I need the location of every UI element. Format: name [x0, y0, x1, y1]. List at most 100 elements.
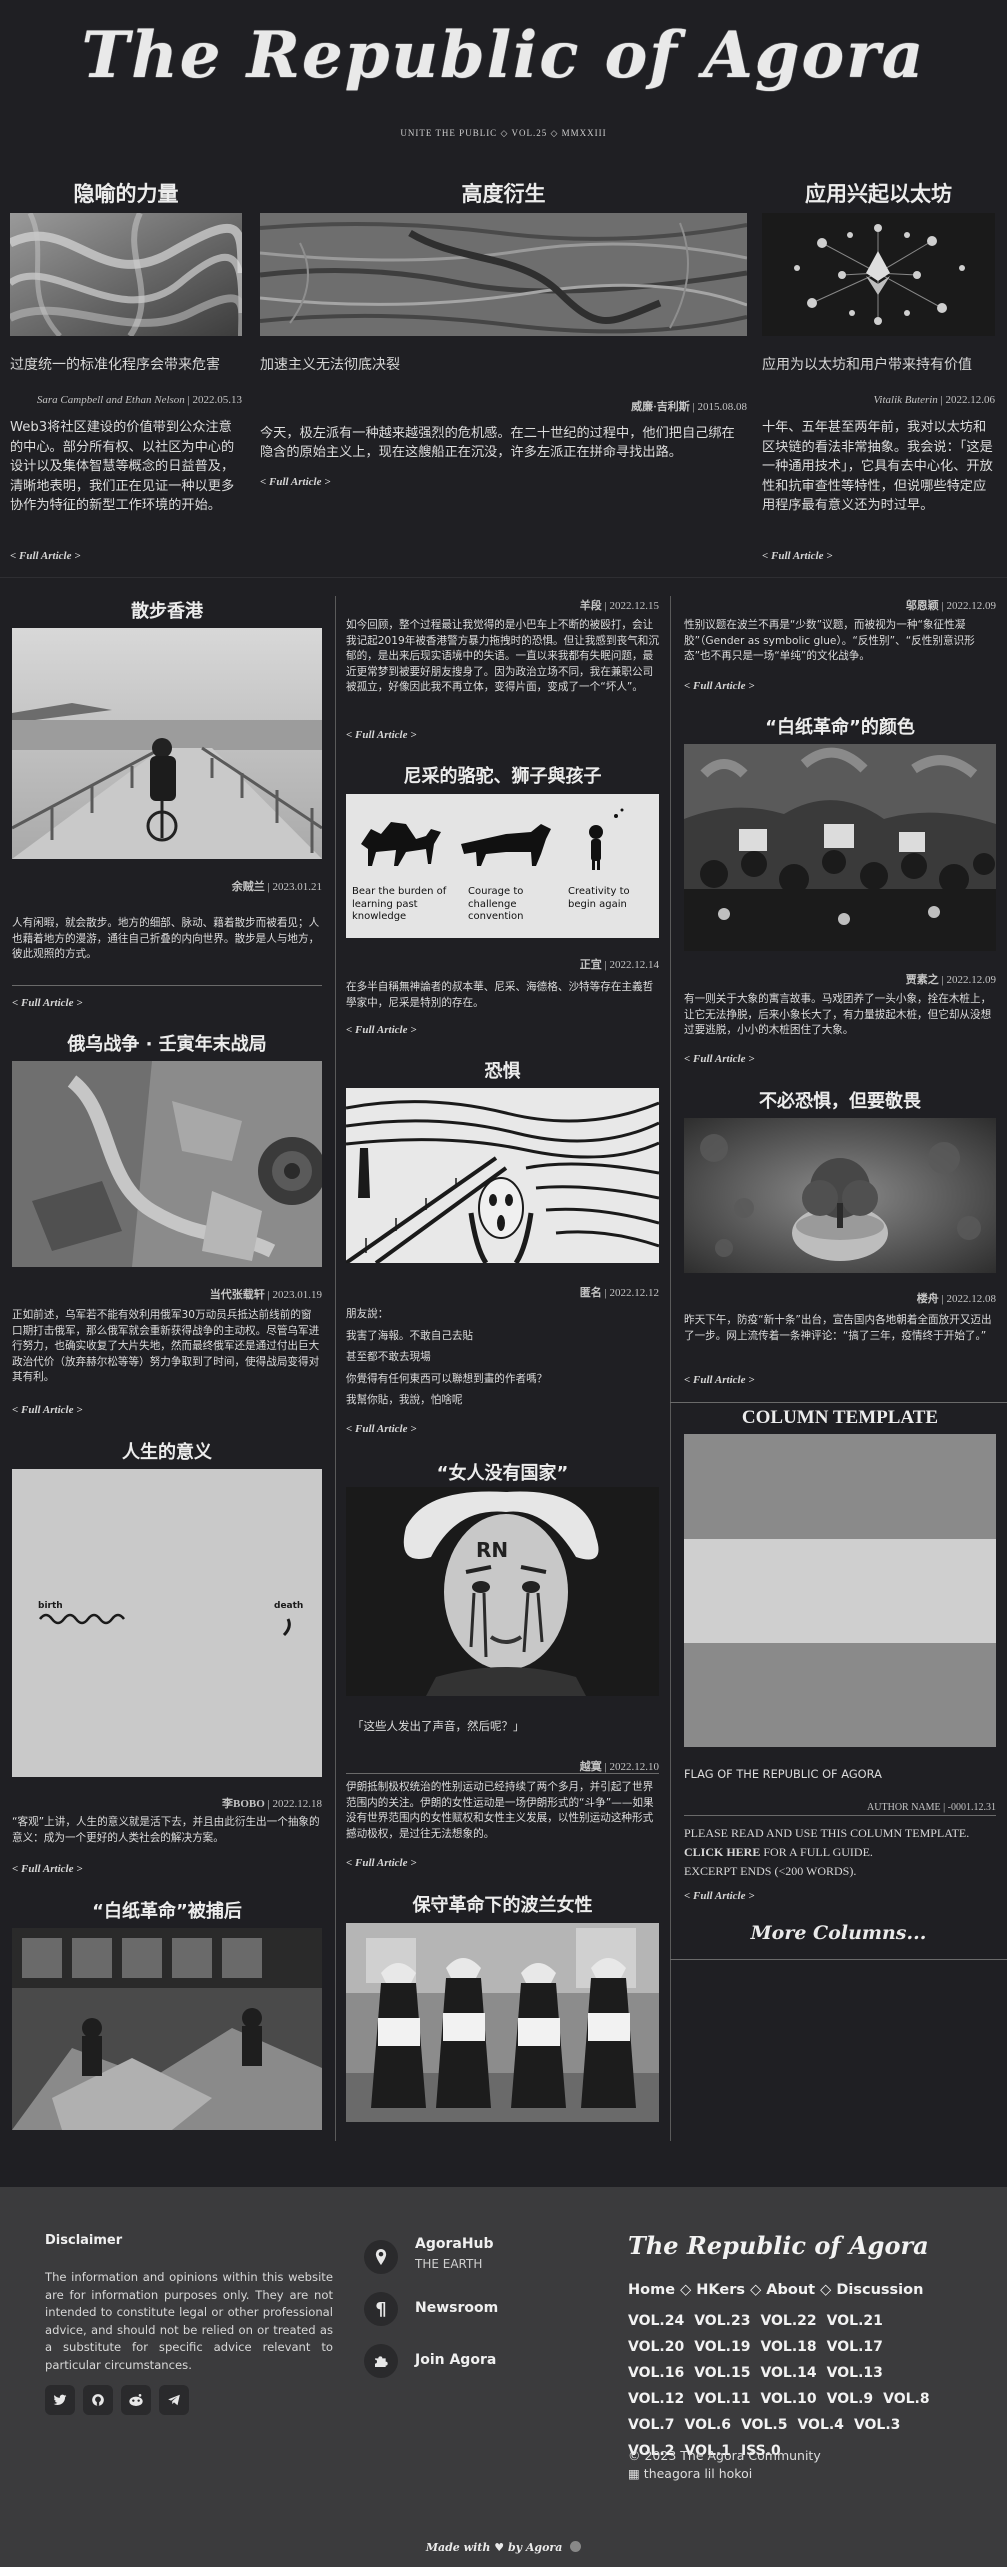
article-heading[interactable]: 尼采的骆驼、狮子與孩子 — [346, 762, 659, 788]
reddit-icon[interactable] — [121, 2385, 151, 2415]
volume-link[interactable]: VOL.19 — [694, 2334, 750, 2360]
volume-link[interactable]: VOL.13 — [827, 2360, 883, 2386]
nav-discussion[interactable]: Discussion — [836, 2282, 923, 2298]
article-heading[interactable]: 恐惧 — [346, 1057, 659, 1083]
full-article-link[interactable]: < Full Article > — [684, 1374, 755, 1386]
volume-link[interactable]: VOL.11 — [694, 2386, 750, 2412]
white-paper-crowd-image[interactable] — [684, 744, 996, 951]
agora-flag-image[interactable] — [684, 1434, 996, 1747]
flag-stripe — [684, 1538, 996, 1643]
join-agora-link[interactable]: Join Agora — [415, 2352, 496, 2368]
full-article-link[interactable]: < Full Article > — [346, 1024, 417, 1036]
volume-link[interactable]: VOL.6 — [684, 2412, 730, 2438]
full-article-link[interactable]: < Full Article > — [10, 550, 81, 562]
article-heading[interactable]: 散步香港 — [12, 597, 322, 623]
byline-author: 贾素之 — [905, 974, 939, 986]
volume-link[interactable]: VOL.16 — [628, 2360, 684, 2386]
arrest-scene-image[interactable] — [12, 1928, 322, 2130]
template-heading[interactable]: COLUMN TEMPLATE — [684, 1407, 996, 1429]
more-columns-link[interactable]: More Columns... — [670, 1922, 1007, 1944]
article-heading[interactable]: “白纸革命”的颜色 — [684, 713, 996, 739]
footer-author: ▦ theagora lil hokoi — [628, 2466, 752, 2481]
article-heading[interactable]: 不必恐惧，但要敬畏 — [684, 1087, 996, 1113]
full-article-link[interactable]: < Full Article > — [12, 1863, 83, 1875]
twitter-icon[interactable] — [45, 2385, 75, 2415]
nav-home[interactable]: Home — [628, 2282, 675, 2298]
war-soldier-image[interactable] — [12, 1061, 322, 1267]
polish-women-protest-image[interactable] — [346, 1923, 659, 2122]
nietzsche-diagram-image[interactable]: Bear the burden of learning past knowled… — [346, 794, 659, 938]
full-article-link[interactable]: < Full Article > — [12, 1404, 83, 1416]
volume-link[interactable]: VOL.21 — [827, 2308, 883, 2334]
article-excerpt: 昨天下午，防疫“新十条”出台，宣告国内各地朝着全面放开又迈出了一步。网上流传着一… — [684, 1314, 992, 1342]
volume-link[interactable]: VOL.9 — [827, 2386, 873, 2412]
article-heading[interactable]: 高度衍生 — [260, 178, 747, 208]
volume-link[interactable]: VOL.3 — [854, 2412, 900, 2438]
excerpt-line: 你覺得有任何東西可以聯想到畫的作者嗎？ — [346, 1372, 548, 1385]
volume-link[interactable]: VOL.5 — [741, 2412, 787, 2438]
full-article-link[interactable]: < Full Article > — [346, 1857, 417, 1869]
nav-hkers[interactable]: HKers — [696, 2282, 745, 2298]
full-article-link[interactable]: < Full Article > — [260, 476, 331, 488]
volume-link[interactable]: VOL.4 — [797, 2412, 843, 2438]
volume-link[interactable]: VOL.12 — [628, 2386, 684, 2412]
tree-globe-image[interactable] — [684, 1118, 996, 1273]
full-article-link[interactable]: < Full Article > — [12, 997, 83, 1009]
volume-list: VOL.24 VOL.23 VOL.22 VOL.21VOL.20 VOL.19 VOL.… — [628, 2308, 948, 2464]
article-heading[interactable]: 隐喻的力量 — [10, 178, 242, 208]
bark-texture-image[interactable] — [260, 213, 747, 336]
article-heading[interactable]: “白纸革命”被捕后 — [12, 1897, 322, 1923]
template-body: PLEASE READ AND USE THIS COLUMN TEMPLATE… — [684, 1824, 996, 1881]
volume-link[interactable]: VOL.7 — [628, 2412, 674, 2438]
full-article-link[interactable]: < Full Article > — [684, 680, 755, 692]
article-heading[interactable]: 保守革命下的波兰女性 — [346, 1891, 659, 1917]
full-article-link[interactable]: < Full Article > — [346, 1423, 417, 1435]
full-article-link[interactable]: < Full Article > — [684, 1890, 755, 1902]
full-article-link[interactable]: < Full Article > — [684, 1053, 755, 1065]
volume-link[interactable]: VOL.15 — [694, 2360, 750, 2386]
article-byline: 匿名 | 2022.12.12 — [346, 1284, 659, 1300]
made-with-credit: Made with ♥ by Agora — [0, 2541, 1007, 2554]
article-byline: 越寞 | 2022.12.10 — [346, 1758, 659, 1774]
volume-link[interactable]: VOL.17 — [827, 2334, 883, 2360]
bicycle-pier-image[interactable] — [12, 628, 322, 859]
volume-link[interactable]: VOL.23 — [694, 2308, 750, 2334]
life-line-image[interactable]: birth death — [12, 1469, 322, 1777]
volume-link[interactable]: VOL.14 — [760, 2360, 816, 2386]
byline-date: | 2022.12.09 — [941, 600, 996, 612]
full-article-link[interactable]: < Full Article > — [346, 729, 417, 741]
site-title: The Republic of Agora — [81, 18, 926, 93]
full-article-link[interactable]: < Full Article > — [762, 550, 833, 562]
click-here-link[interactable]: CLICK HERE — [684, 1845, 760, 1859]
volume-link[interactable]: VOL.22 — [760, 2308, 816, 2334]
newsroom-link[interactable]: Newsroom — [415, 2300, 498, 2316]
article-heading[interactable]: 人生的意义 — [12, 1438, 322, 1464]
nav-about[interactable]: About — [766, 2282, 815, 2298]
volume-link[interactable]: VOL.8 — [883, 2386, 929, 2412]
nav-separator: ◇ — [675, 2282, 697, 2298]
volume-link[interactable]: VOL.10 — [760, 2386, 816, 2412]
article-heading[interactable]: 俄乌战争 · 壬寅年末战局 — [12, 1030, 322, 1056]
volume-link[interactable]: VOL.24 — [628, 2308, 684, 2334]
heart-icon: ♥ — [494, 2541, 505, 2554]
telegram-icon[interactable] — [159, 2385, 189, 2415]
toggle-dot-icon[interactable] — [570, 2541, 582, 2552]
article-excerpt: 伊朗抵制极权统治的性别运动已经持续了两个多月，并引起了世界范围内的关注。伊朗的女… — [346, 1781, 654, 1840]
byline-author: 越寞 — [579, 1761, 602, 1773]
volume-link[interactable]: VOL.20 — [628, 2334, 684, 2360]
section-divider — [0, 577, 1007, 578]
github-icon[interactable] — [83, 2385, 113, 2415]
article-heading[interactable]: 应用兴起以太坊 — [762, 178, 995, 208]
byline-date: | 2022.12.08 — [941, 1293, 996, 1305]
swirl-texture-image[interactable] — [10, 213, 242, 336]
scream-painting-image[interactable] — [346, 1088, 659, 1263]
article-heading[interactable]: “女人没有国家” — [346, 1459, 659, 1485]
footer-brand[interactable]: The Republic of Agora — [628, 2231, 929, 2260]
ethereum-icons-image[interactable] — [762, 213, 995, 336]
divider — [346, 1773, 659, 1774]
woman-protest-portrait-image[interactable]: RN — [346, 1487, 659, 1696]
agorahub-link[interactable]: AgoraHub — [415, 2236, 494, 2252]
divider — [670, 1959, 1007, 1960]
volume-link[interactable]: VOL.18 — [760, 2334, 816, 2360]
byline-date: | 2022.12.15 — [604, 600, 659, 612]
